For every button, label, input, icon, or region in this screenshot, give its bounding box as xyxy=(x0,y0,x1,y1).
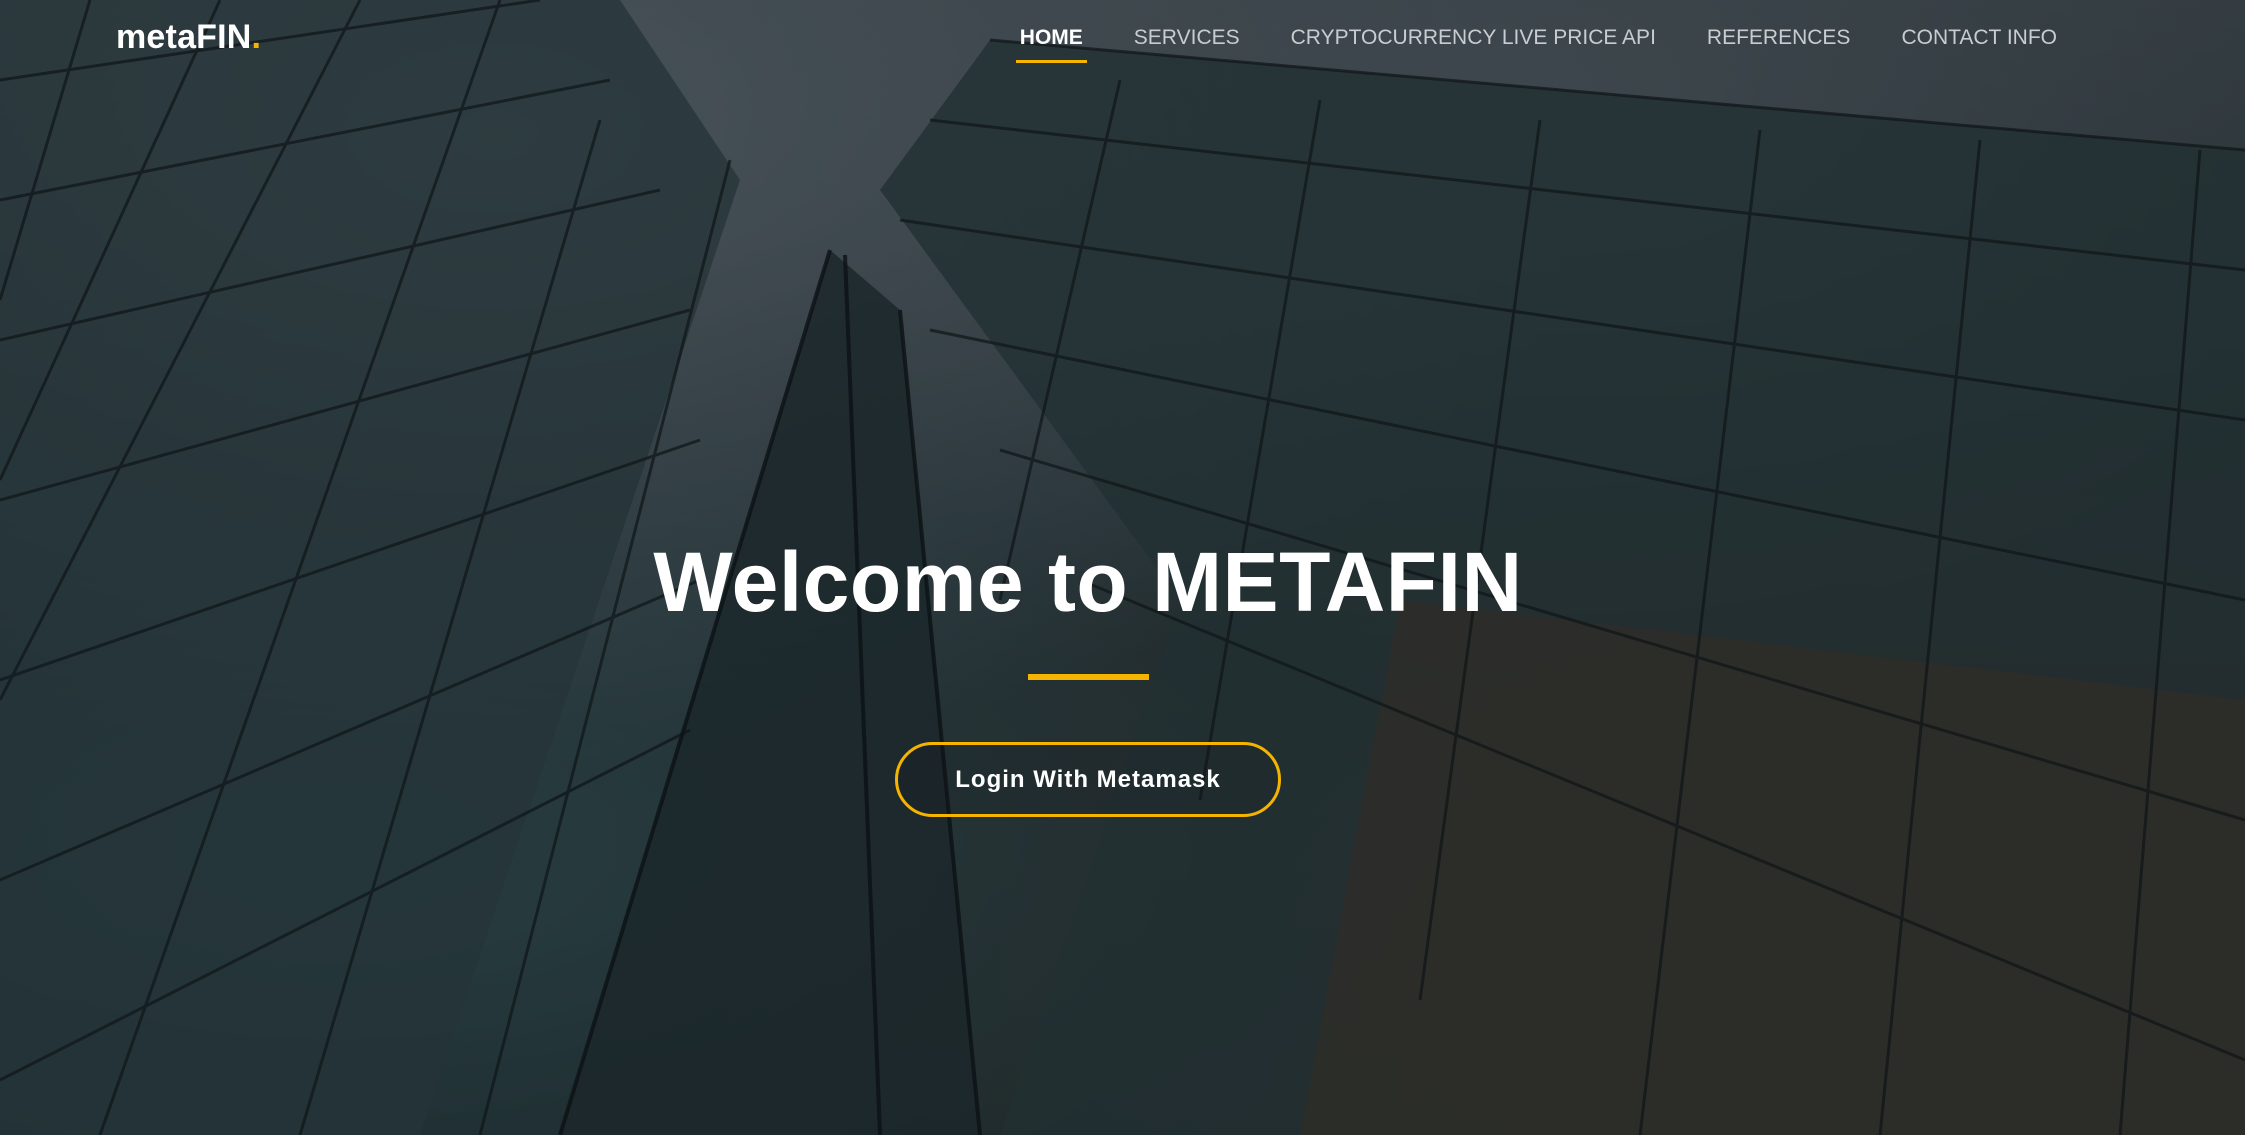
nav-item-crypto-api[interactable]: CRYPTOCURRENCY LIVE PRICE API xyxy=(1291,0,1656,50)
logo-text: metaFIN xyxy=(116,18,252,56)
nav-item-references[interactable]: REFERENCES xyxy=(1707,0,1851,50)
hero-section: metaFIN. HOME SERVICES CRYPTOCURRENCY LI… xyxy=(0,0,2245,1135)
title-divider xyxy=(1027,674,1149,680)
main-nav: HOME SERVICES CRYPTOCURRENCY LIVE PRICE … xyxy=(969,0,2057,76)
nav-item-contact[interactable]: CONTACT INFO xyxy=(1901,0,2057,50)
nav-item-home[interactable]: HOME xyxy=(1015,0,1087,63)
login-metamask-button[interactable]: Login With Metamask xyxy=(895,742,1281,817)
top-navbar: metaFIN. HOME SERVICES CRYPTOCURRENCY LI… xyxy=(0,0,2245,76)
logo-dot: . xyxy=(251,18,262,56)
nav-item-services[interactable]: SERVICES xyxy=(1134,0,1240,50)
hero-title: Welcome to METAFIN xyxy=(653,535,1523,629)
site-logo[interactable]: metaFIN. xyxy=(116,18,261,57)
hero-content: Welcome to METAFIN Login With Metamask xyxy=(0,530,2176,817)
